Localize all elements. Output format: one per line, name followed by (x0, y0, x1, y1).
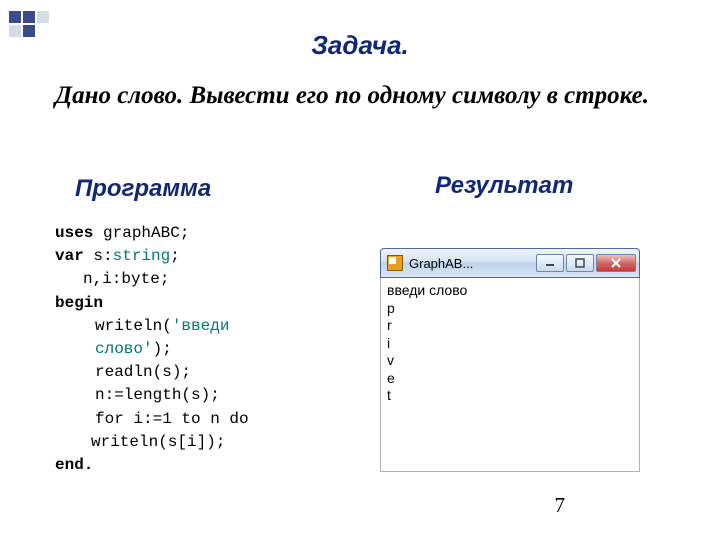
window-output: введи слово p r i v e t (380, 278, 640, 472)
program-heading: Программа (75, 175, 211, 203)
kw-begin: begin (55, 294, 103, 312)
problem-statement: Дано слово. Вывести его по одному символ… (55, 80, 655, 111)
slide-title: Задача. (0, 30, 720, 61)
window-titlebar: GraphAB... (380, 248, 640, 278)
program-code: uses graphABC; var s:string; n,i:byte; b… (55, 222, 305, 477)
result-heading: Результат (435, 172, 573, 200)
kw-end: end. (55, 456, 93, 474)
close-button[interactable] (596, 254, 636, 272)
result-window: GraphAB... введи слово p r i v e t (380, 248, 640, 472)
kw-uses: uses (55, 224, 93, 242)
app-icon (387, 255, 403, 271)
minimize-button[interactable] (536, 254, 564, 272)
maximize-button[interactable] (566, 254, 594, 272)
kw-var: var (55, 247, 84, 265)
page-number: 7 (555, 493, 566, 518)
window-title: GraphAB... (409, 256, 536, 271)
